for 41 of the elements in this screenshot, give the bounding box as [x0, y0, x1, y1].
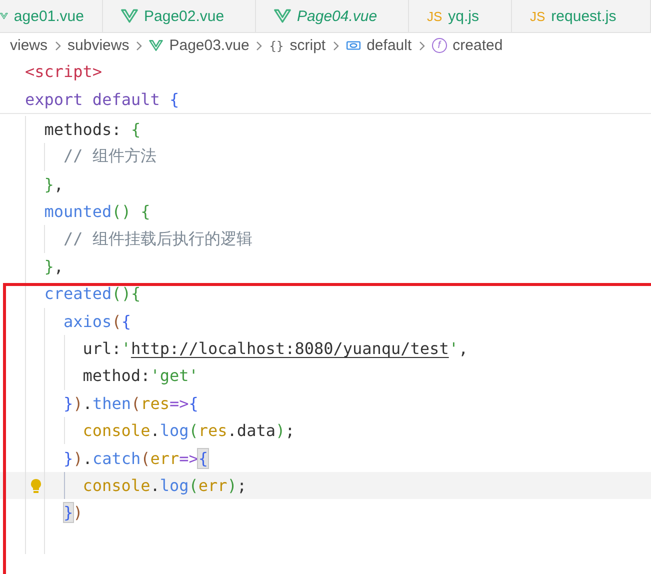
braces-icon: {}: [269, 38, 284, 52]
tab-label: Page04.vue: [297, 8, 378, 24]
code-line: <script>: [25, 62, 102, 82]
vue-icon: [274, 9, 291, 23]
code-line: url:'http://localhost:8080/yuanqu/test',: [82, 339, 468, 358]
js-icon: JS: [427, 8, 442, 24]
code-line: },: [44, 174, 64, 194]
breadcrumb-item[interactable]: script: [290, 37, 326, 54]
code-line: methods: {: [44, 120, 141, 139]
code-line: },: [44, 256, 64, 276]
function-icon: f: [432, 38, 447, 53]
code-line: }).catch(err=>{: [64, 448, 208, 468]
code-line: // 组件方法: [64, 146, 156, 168]
chevron-icon: [135, 40, 144, 52]
tab-label: age01.vue: [14, 8, 84, 24]
code-line: method:'get': [82, 366, 198, 386]
vue-icon: [121, 9, 138, 23]
tab-label: request.js: [551, 8, 616, 24]
tab-label: yq.js: [448, 8, 480, 24]
code-line: axios({: [64, 312, 131, 331]
code-line: export default {: [25, 90, 180, 109]
js-icon: JS: [530, 8, 546, 24]
chevron-icon: [54, 40, 62, 52]
breadcrumb-item[interactable]: default: [366, 37, 412, 54]
code-line: mounted() {: [44, 202, 150, 222]
lightbulb-icon[interactable]: [30, 478, 42, 494]
chevron-icon: [418, 40, 426, 52]
breadcrumb-item[interactable]: created: [452, 37, 503, 54]
chevron-icon: [332, 40, 340, 52]
code-line: created(){: [44, 284, 141, 304]
breadcrumb-item[interactable]: views: [10, 37, 48, 54]
code-line: console.log(res.data);: [82, 421, 295, 440]
code-line: console.log(err);: [82, 476, 247, 496]
code-line: }).then(res=>{: [64, 394, 198, 413]
code-line: // 组件挂载后执行的逻辑: [64, 228, 252, 250]
breadcrumb-item[interactable]: Page03.vue: [169, 37, 250, 54]
breadcrumb-item[interactable]: subviews: [68, 37, 130, 54]
vue-icon: [149, 40, 164, 51]
chevron-icon: [255, 40, 264, 52]
tab-label: Page02.vue: [144, 8, 224, 24]
object-icon: [346, 40, 361, 51]
